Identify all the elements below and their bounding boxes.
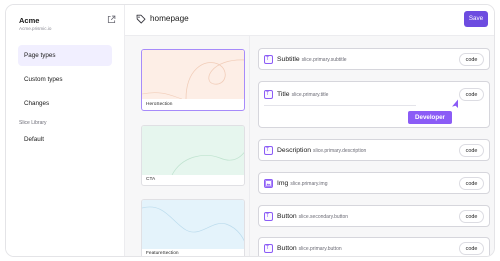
field-row-text: Title slice.primary.title [277, 91, 328, 98]
code-button[interactable]: code [459, 210, 484, 223]
field-type-icon: T [264, 244, 273, 253]
field-name: Img [277, 180, 289, 187]
field-path: slice.primary.img [290, 181, 328, 187]
sidebar-item-label: Page types [24, 52, 56, 59]
editor-area: HeroSection CTA FeatureSection T Subtitl… [125, 36, 494, 256]
code-button[interactable]: code [459, 177, 484, 190]
slice-preview-image [142, 200, 244, 249]
sidebar-item-page-types[interactable]: Page types [18, 45, 112, 66]
field-type-icon: T [264, 90, 273, 99]
external-link-icon[interactable] [107, 15, 116, 24]
code-button[interactable]: code [459, 144, 484, 157]
top-bar: homepage Save [125, 5, 494, 36]
field-name: Title [277, 91, 290, 98]
slice-preview-image [142, 126, 244, 175]
code-button[interactable]: code [459, 53, 484, 66]
field-button-primary[interactable]: T Button slice.primary.button code [258, 237, 490, 256]
app-window: Acme Acme.prismic.io Page types Custom t… [5, 4, 495, 257]
field-path: slice.primary.title [291, 92, 329, 98]
slice-thumbnail-hero[interactable]: HeroSection [141, 49, 245, 111]
field-button-secondary[interactable]: T Button slice.secondary.button code [258, 205, 490, 227]
slice-thumbnail-cta[interactable]: CTA [141, 125, 245, 186]
field-subtitle[interactable]: T Subtitle slice.primary.subtitle code [258, 48, 490, 70]
tag-icon [136, 14, 146, 24]
field-name: Subtitle [277, 56, 300, 63]
sidebar-item-changes[interactable]: Changes [18, 93, 112, 114]
save-button[interactable]: Save [464, 11, 488, 27]
sidebar-item-label: Changes [24, 100, 50, 107]
code-button[interactable]: code [459, 88, 484, 101]
field-row-text: Button slice.primary.button [277, 245, 342, 252]
sidebar-item-label: Default [24, 136, 44, 143]
pointer-cursor-icon [452, 99, 458, 108]
field-name: Button [277, 245, 297, 252]
slice-label: HeroSection [146, 102, 173, 107]
field-type-icon: T [264, 55, 273, 64]
repo-domain: Acme.prismic.io [19, 26, 52, 31]
field-name: Description [277, 147, 311, 154]
slice-thumbnail-feature[interactable]: FeatureSection [141, 199, 245, 256]
field-path: slice.primary.description [313, 148, 367, 154]
fields-list: T Subtitle slice.primary.subtitle code T … [258, 36, 494, 256]
field-row-text: Subtitle slice.primary.subtitle [277, 56, 347, 63]
field-name: Button [277, 213, 297, 220]
sidebar: Acme Acme.prismic.io Page types Custom t… [6, 5, 125, 256]
field-row-text: Description slice.primary.description [277, 147, 366, 154]
slice-label: CTA [146, 177, 156, 182]
field-row-text: Img slice.primary.img [277, 180, 327, 187]
field-type-icon: T [264, 212, 273, 221]
page-title: homepage [150, 14, 189, 23]
slice-label: FeatureSection [146, 251, 179, 256]
field-path: slice.primary.button [298, 246, 342, 252]
field-title[interactable]: T Title slice.primary.title code Develope… [258, 81, 490, 128]
slice-library-heading: Slice Library [19, 120, 47, 126]
sidebar-item-custom-types[interactable]: Custom types [18, 69, 112, 90]
repo-name: Acme [19, 16, 40, 25]
field-type-icon: T [264, 146, 273, 155]
field-path: slice.secondary.button [298, 214, 349, 220]
field-divider [264, 105, 416, 106]
field-path: slice.primary.subtitle [301, 57, 347, 63]
collaborator-badge: Developer [408, 111, 452, 124]
sidebar-item-label: Custom types [24, 76, 63, 83]
field-description[interactable]: T Description slice.primary.description c… [258, 139, 490, 161]
sidebar-item-default[interactable]: Default [18, 129, 112, 150]
field-img[interactable]: Img slice.primary.img code [258, 172, 490, 194]
field-row-text: Button slice.secondary.button [277, 213, 348, 220]
slice-preview-image [142, 50, 244, 99]
code-button[interactable]: code [459, 242, 484, 255]
image-field-icon [264, 179, 273, 188]
slice-thumbnails: HeroSection CTA FeatureSection [134, 36, 250, 256]
